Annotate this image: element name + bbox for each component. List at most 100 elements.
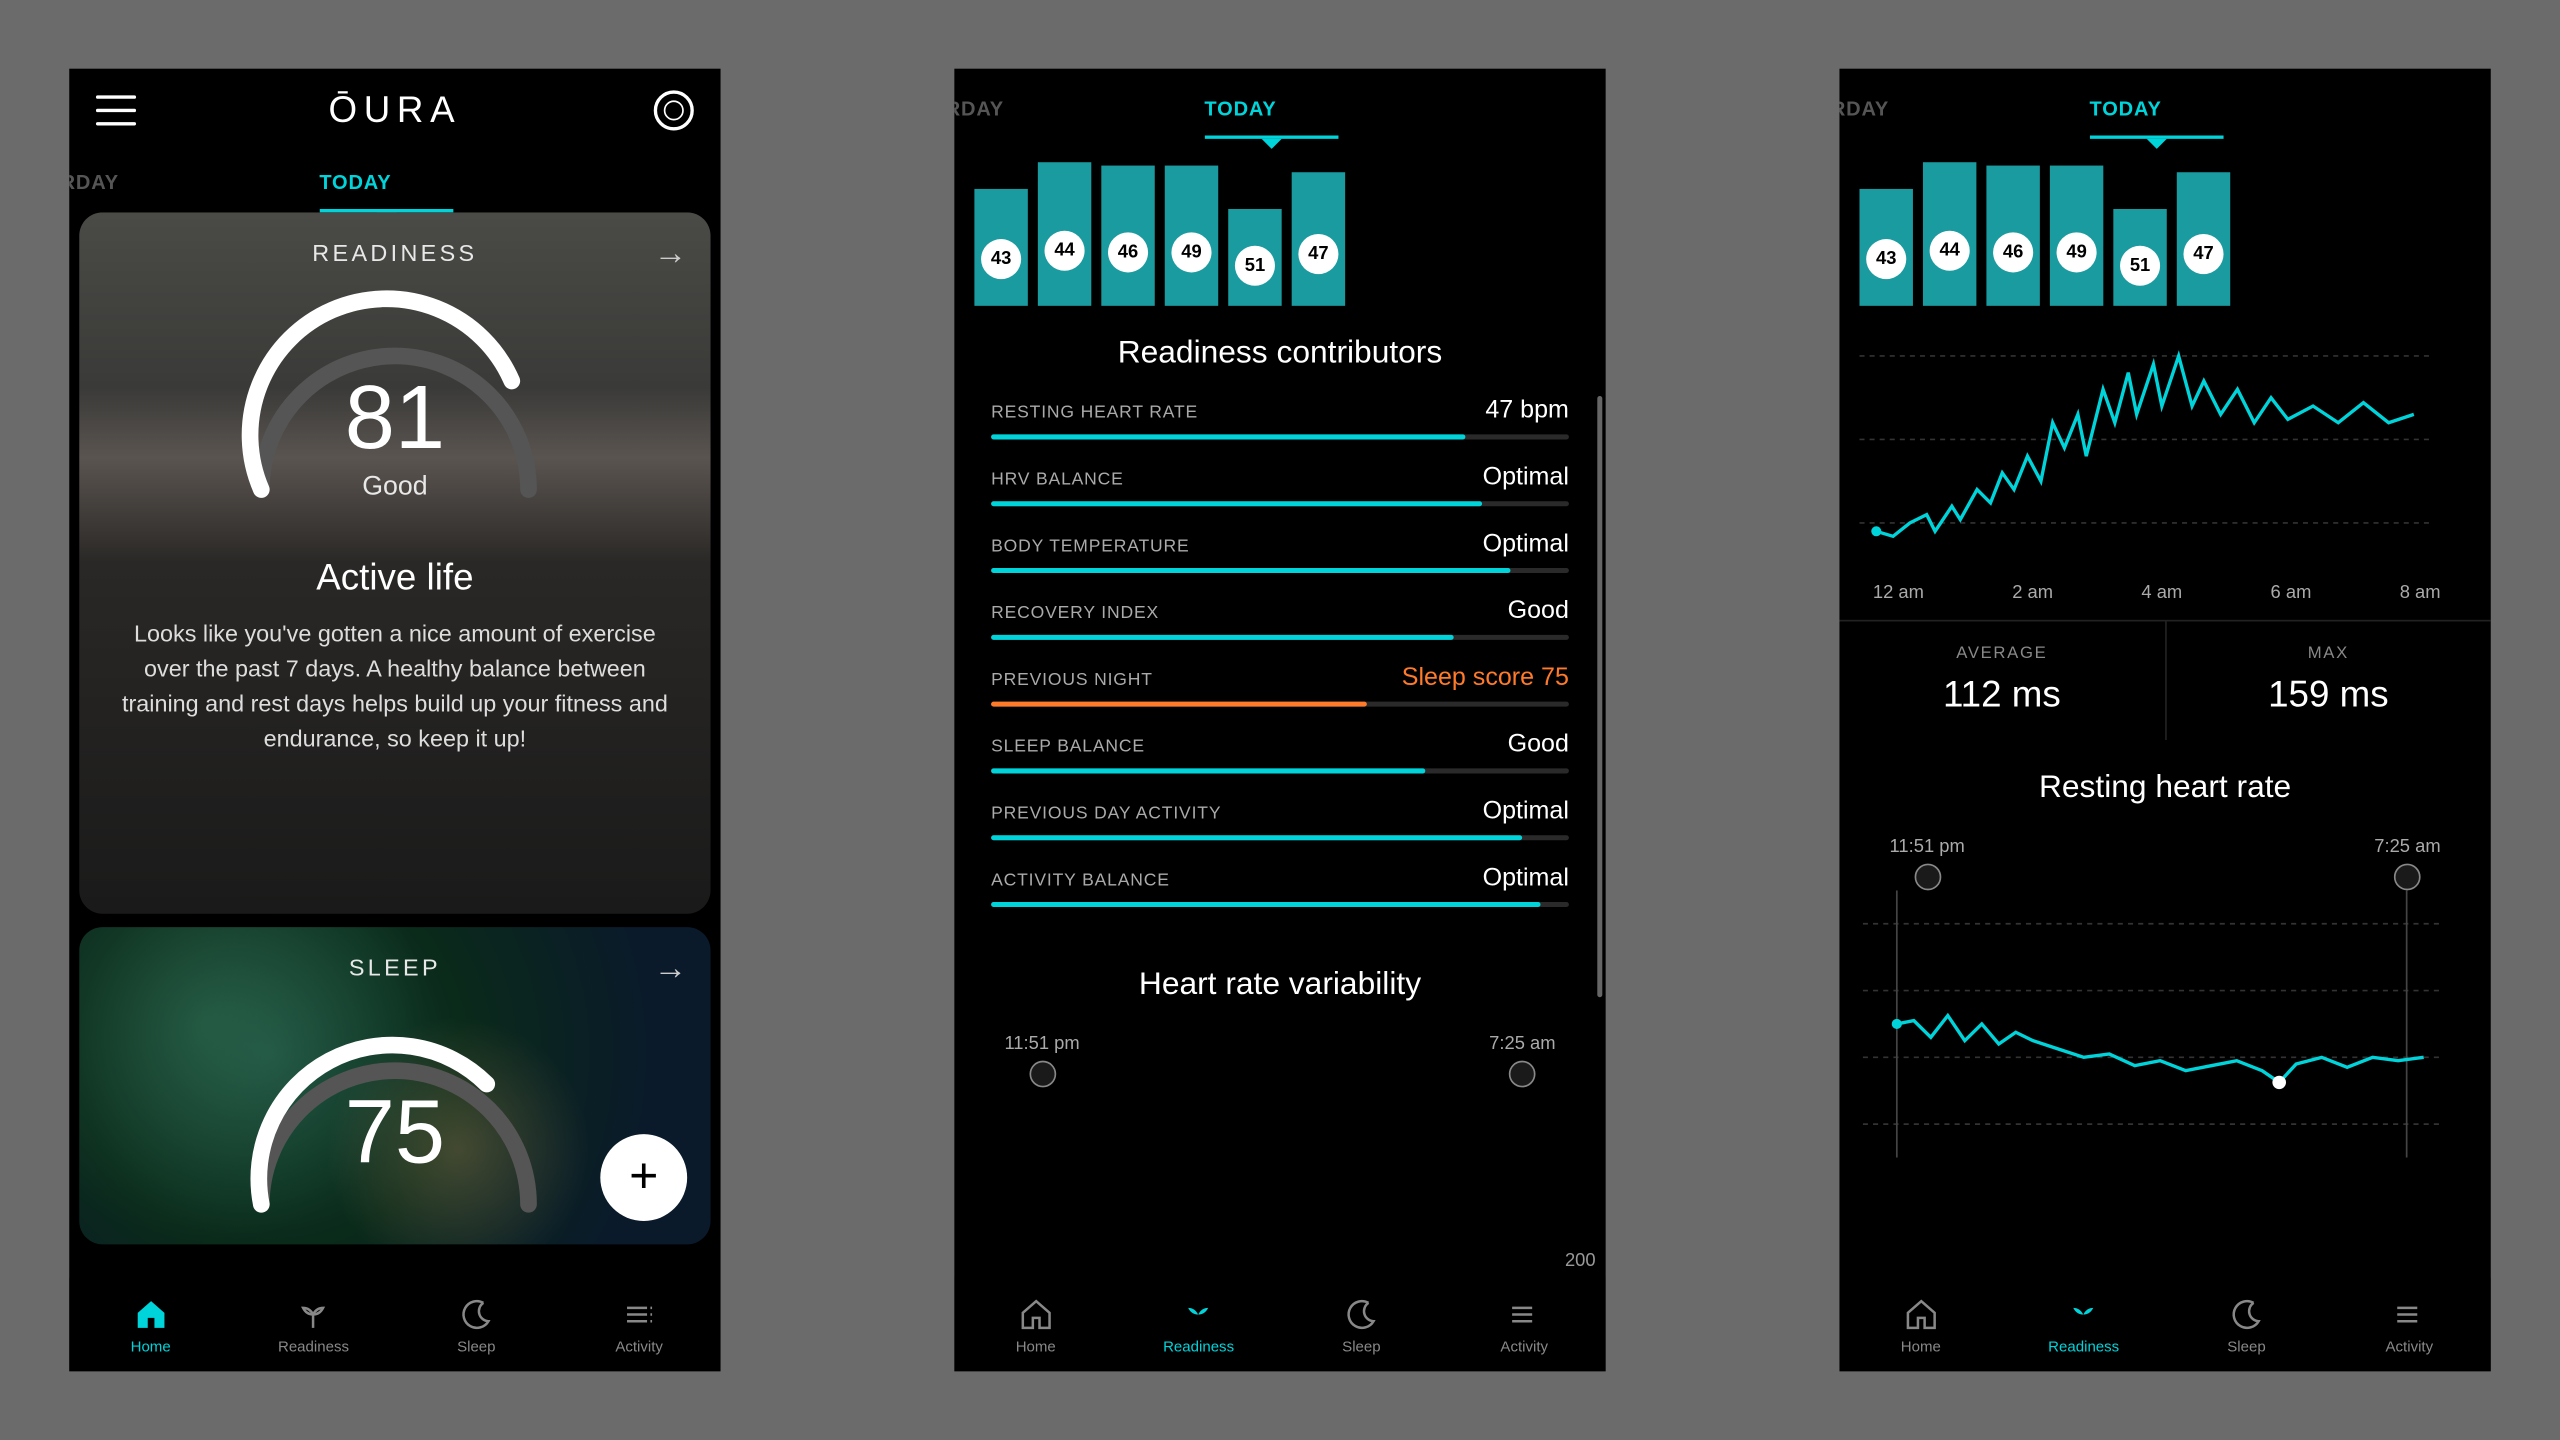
history-dot: 43	[981, 239, 1021, 279]
history-bar[interactable]: 44	[1923, 162, 1976, 306]
nav-readiness[interactable]: Readiness	[2002, 1278, 2165, 1372]
nav-sleep[interactable]: Sleep	[2165, 1278, 2328, 1372]
phone-hrv-detail: STERDAY TODAY 43 44 46 4951 47 150 100 50 12…	[1839, 69, 2490, 1372]
contributor-value: Sleep score 75	[1402, 663, 1569, 691]
sleep-score: 75	[211, 1081, 578, 1185]
tab-today[interactable]: TODAY	[1204, 79, 1376, 139]
history-bar[interactable]: 49	[2050, 166, 2103, 306]
contributor-name: RESTING HEART RATE	[991, 403, 1198, 423]
xaxis-tick: 12 am	[1873, 583, 1924, 603]
readiness-score: 81	[211, 366, 578, 470]
phone-readiness-contributors: STERDAY TODAY 43 44 46 49 51 47 Readiness con…	[954, 69, 1605, 1372]
nav-sleep[interactable]: Sleep	[395, 1278, 558, 1372]
hrv-end-time: 7:25 am	[1489, 1034, 1555, 1054]
history-bar[interactable]: 46	[1986, 166, 2039, 306]
history-dot: 49	[1171, 232, 1211, 272]
menu-icon[interactable]	[96, 95, 136, 125]
home-content[interactable]: → READINESS 81 Good Active life Looks li…	[69, 212, 720, 1277]
contributor-row[interactable]: PREVIOUS DAY ACTIVITYOptimal	[991, 797, 1569, 840]
rhr-start-time: 11:51 pm	[1890, 837, 1965, 857]
history-bar[interactable]: 49	[1165, 166, 1218, 306]
contributor-row[interactable]: RESTING HEART RATE47 bpm	[991, 396, 1569, 439]
contributor-row[interactable]: PREVIOUS NIGHT Sleep score 75	[991, 663, 1569, 706]
contributors-title: Readiness contributors	[954, 306, 1605, 396]
contributor-row[interactable]: HRV BALANCEOptimal	[991, 463, 1569, 506]
contributor-row[interactable]: ACTIVITY BALANCEOptimal	[991, 864, 1569, 907]
sun-icon	[2394, 864, 2421, 891]
readiness-desc: Looks like you've gotten a nice amount o…	[79, 600, 710, 757]
moon-icon	[458, 1295, 495, 1332]
nav-readiness[interactable]: Readiness	[1117, 1278, 1280, 1372]
contributor-value: Optimal	[1483, 530, 1569, 558]
contributor-name: BODY TEMPERATURE	[991, 536, 1189, 556]
nav-readiness[interactable]: Readiness	[232, 1278, 395, 1372]
history-bar[interactable]: 47	[2177, 172, 2230, 306]
moon-icon	[1343, 1295, 1380, 1332]
sprout-icon	[1180, 1295, 1217, 1332]
rhr-title: Resting heart rate	[1839, 740, 2490, 830]
history-bar[interactable]: 43	[1859, 189, 1912, 306]
history-bar[interactable]: 46	[1101, 166, 1154, 306]
moon-icon	[1914, 864, 1941, 891]
contributors-list[interactable]: RESTING HEART RATE47 bpmHRV BALANCEOptim…	[954, 396, 1605, 930]
sprout-icon	[2065, 1295, 2102, 1332]
nav-home[interactable]: Home	[69, 1278, 232, 1372]
ring-icon[interactable]	[654, 90, 694, 130]
tab-yesterday[interactable]: STERDAY	[954, 79, 1104, 139]
history-bar[interactable]: 51	[2113, 209, 2166, 306]
readiness-history-bars[interactable]: 43 44 46 49 51 47	[954, 139, 1605, 306]
history-bar[interactable]: 44	[1038, 162, 1091, 306]
sleep-label: SLEEP	[79, 927, 710, 980]
bottom-nav: Home Readiness Sleep Activity	[1839, 1278, 2490, 1372]
date-tabs: STERDAY TODAY	[954, 79, 1605, 139]
contributor-row[interactable]: SLEEP BALANCE Good	[991, 730, 1569, 773]
sun-icon	[1509, 1061, 1536, 1088]
history-dot: 47	[2183, 234, 2223, 274]
contributor-name: PREVIOUS DAY ACTIVITY	[991, 804, 1221, 824]
tab-yesterday[interactable]: STERDAY	[69, 152, 219, 212]
scrollbar[interactable]	[1597, 396, 1602, 997]
nav-activity[interactable]: Activity	[1443, 1278, 1606, 1372]
sprout-icon	[295, 1295, 332, 1332]
contributor-row[interactable]: RECOVERY INDEXGood	[991, 596, 1569, 639]
history-dot: 43	[1866, 239, 1906, 279]
activity-icon	[2391, 1295, 2428, 1332]
sleep-card[interactable]: → SLEEP 75 +	[79, 927, 710, 1244]
nav-activity[interactable]: Activity	[558, 1278, 721, 1372]
contributor-name: SLEEP BALANCE	[991, 737, 1145, 757]
contributor-value: Optimal	[1483, 864, 1569, 892]
xaxis-tick: 6 am	[2271, 583, 2312, 603]
xaxis-tick: 8 am	[2400, 583, 2441, 603]
nav-activity[interactable]: Activity	[2328, 1278, 2491, 1372]
header: ŌURA	[69, 69, 720, 153]
history-bar[interactable]: 51	[1228, 209, 1281, 306]
hrv-yaxis-200: 200	[1565, 1251, 1596, 1271]
tab-today[interactable]: TODAY	[319, 152, 491, 212]
hrv-chart[interactable]: 150 100 50	[1839, 323, 2490, 574]
tab-today[interactable]: TODAY	[2090, 79, 2262, 139]
history-bar[interactable]: 43	[974, 189, 1027, 306]
history-bar[interactable]: 47	[1292, 172, 1345, 306]
readiness-card[interactable]: → READINESS 81 Good Active life Looks li…	[79, 212, 710, 913]
activity-icon	[1506, 1295, 1543, 1332]
nav-home[interactable]: Home	[1839, 1278, 2002, 1372]
readiness-gauge: 81 Good	[211, 289, 578, 506]
rhr-end-time: 7:25 am	[2374, 837, 2440, 857]
history-dot: 46	[1108, 232, 1148, 272]
readiness-rating: Good	[211, 473, 578, 503]
contributor-value: Good	[1508, 730, 1569, 758]
readiness-history-bars[interactable]: 43 44 46 4951 47	[1839, 139, 2490, 306]
contributor-row[interactable]: BODY TEMPERATURE Optimal	[991, 530, 1569, 573]
nav-home[interactable]: Home	[954, 1278, 1117, 1372]
add-button[interactable]: +	[600, 1134, 687, 1221]
nav-sleep[interactable]: Sleep	[1280, 1278, 1443, 1372]
tab-yesterday[interactable]: STERDAY	[1839, 79, 1989, 139]
history-dot: 46	[1993, 232, 2033, 272]
rhr-chart[interactable]: 70 60 50 40	[1839, 890, 2490, 1157]
readiness-label: READINESS	[79, 212, 710, 265]
history-dot: 51	[1235, 245, 1275, 285]
readiness-title: Active life	[79, 556, 710, 599]
contributor-name: PREVIOUS NIGHT	[991, 670, 1153, 690]
date-tabs: STERDAY TODAY	[69, 152, 720, 212]
contributor-name: HRV BALANCE	[991, 470, 1124, 490]
